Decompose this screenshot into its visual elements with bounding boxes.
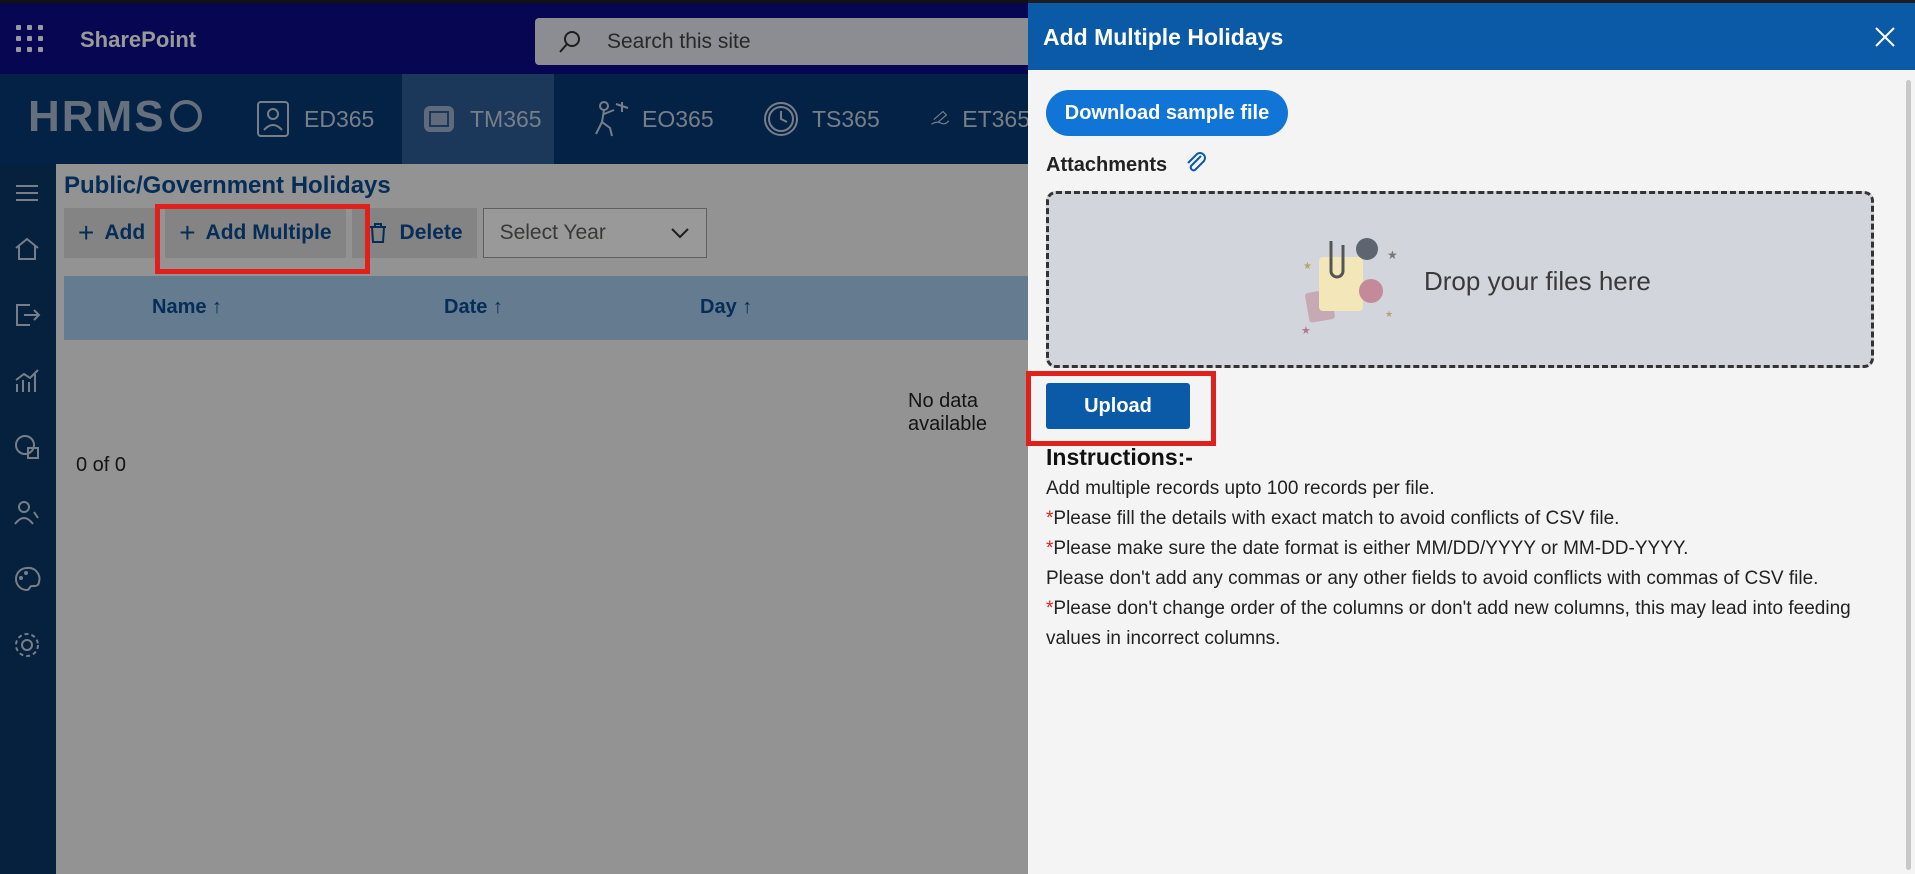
instruction-item: Please don't add any commas or any other…	[1046, 564, 1886, 594]
instruction-text: Please don't add any commas or any other…	[1046, 568, 1819, 589]
instruction-item: *Please fill the details with exact matc…	[1046, 504, 1886, 534]
panel-scrollbar[interactable]	[1903, 74, 1915, 874]
scrollbar-thumb[interactable]	[1906, 80, 1911, 870]
svg-text:★: ★	[1385, 309, 1393, 319]
highlight-box-add-multiple	[155, 204, 370, 274]
instruction-item: *Please make sure the date format is eit…	[1046, 534, 1886, 564]
svg-text:★: ★	[1303, 261, 1312, 272]
paperclip-icon	[1187, 152, 1206, 172]
instruction-text: Please fill the details with exact match…	[1053, 508, 1620, 529]
svg-text:★: ★	[1301, 325, 1311, 337]
file-drop-zone[interactable]: ★ ★ ★ ★ Drop your files here	[1046, 191, 1874, 368]
panel-header: Add Multiple Holidays	[1028, 0, 1915, 70]
modal-overlay[interactable]	[0, 0, 1030, 874]
file-drop-illustration-icon: ★ ★ ★ ★	[1301, 238, 1398, 337]
instruction-text: Please make sure the date format is eith…	[1053, 538, 1689, 559]
instruction-item: *Please don't change order of the column…	[1046, 594, 1886, 654]
drop-zone-text: Drop your files here	[1424, 266, 1651, 296]
instructions-title: Instructions:-	[1046, 444, 1193, 470]
svg-text:★: ★	[1387, 248, 1398, 262]
instruction-text: Please don't change order of the columns…	[1046, 598, 1851, 649]
close-icon[interactable]	[1873, 25, 1897, 49]
attachments-label: Attachments	[1046, 154, 1168, 176]
instructions-list: Add multiple records upto 100 records pe…	[1046, 474, 1886, 654]
panel-title: Add Multiple Holidays	[1043, 24, 1284, 50]
highlight-box-upload	[1026, 371, 1216, 446]
download-sample-file-button[interactable]: Download sample file	[1046, 90, 1288, 136]
instruction-text: Add multiple records upto 100 records pe…	[1046, 478, 1435, 499]
instruction-item: Add multiple records upto 100 records pe…	[1046, 474, 1886, 504]
